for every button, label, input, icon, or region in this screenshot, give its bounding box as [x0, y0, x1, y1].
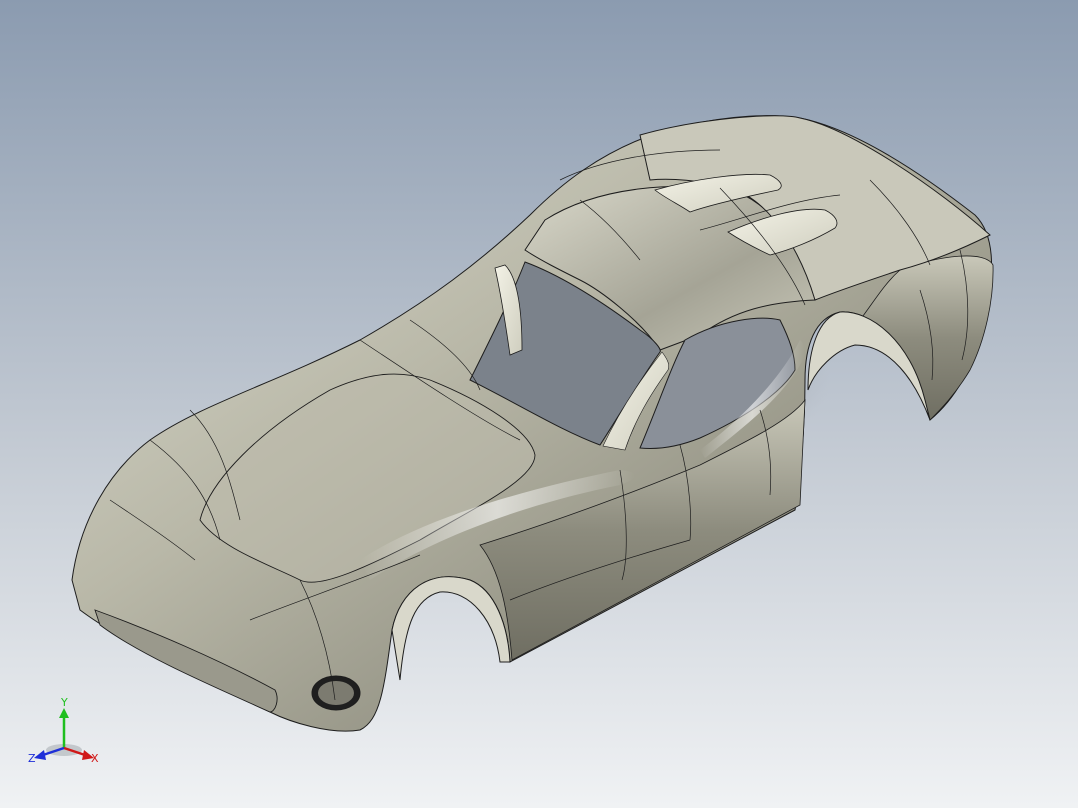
z-axis-label: Z — [28, 752, 36, 765]
cad-scene[interactable] — [0, 0, 1078, 808]
graphics-viewport[interactable]: Y X Z — [0, 0, 1078, 808]
y-axis-arrow-icon — [59, 708, 69, 718]
y-axis-label: Y — [60, 696, 68, 709]
z-axis-arrow-icon — [34, 750, 46, 760]
coordinate-triad: Y X Z — [28, 696, 99, 765]
headlight-lens — [318, 681, 354, 705]
x-axis-label: X — [91, 752, 99, 765]
